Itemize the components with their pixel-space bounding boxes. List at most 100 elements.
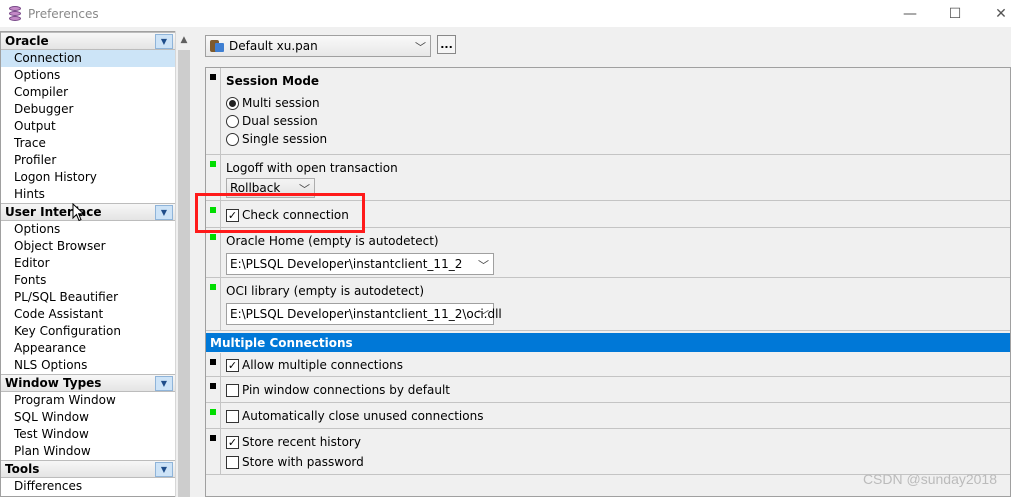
checkbox-label: Store with password bbox=[242, 455, 364, 469]
nav-item-code-assistant[interactable]: Code Assistant bbox=[1, 306, 175, 323]
oracle-home-section: Oracle Home (empty is autodetect) E:\PLS… bbox=[206, 228, 1010, 278]
radio-label: Single session bbox=[242, 132, 328, 146]
nav-scrollbar[interactable]: ▲ bbox=[175, 31, 192, 497]
checkbox-empty-icon bbox=[226, 455, 239, 469]
radio-label: Multi session bbox=[242, 96, 320, 110]
history-section: ✓ Store recent history Store with passwo… bbox=[206, 429, 1010, 475]
connection-profile-select[interactable]: Default xu.pan ﹀ bbox=[205, 35, 431, 57]
nav-item-connection[interactable]: Connection bbox=[1, 50, 175, 67]
scroll-up-icon[interactable]: ▲ bbox=[176, 31, 192, 48]
oracle-home-label: Oracle Home (empty is autodetect) bbox=[226, 234, 439, 248]
setting-marker-icon bbox=[210, 383, 216, 389]
setting-marker-icon bbox=[210, 435, 216, 441]
nav-group-window-types[interactable]: Window Types ▼ bbox=[1, 374, 175, 392]
nav-item-key-configuration[interactable]: Key Configuration bbox=[1, 323, 175, 340]
auto-close-section: Automatically close unused connections bbox=[206, 403, 1010, 429]
collapse-icon[interactable]: ▼ bbox=[155, 204, 173, 220]
allow-multiple-connections-checkbox[interactable]: ✓ Allow multiple connections bbox=[226, 358, 403, 372]
oracle-home-combobox[interactable]: E:\PLSQL Developer\instantclient_11_2 ﹀ bbox=[226, 253, 494, 275]
nav-item-ui-options[interactable]: Options bbox=[1, 221, 175, 238]
multi-session-radio[interactable]: Multi session bbox=[226, 96, 320, 110]
collapse-icon[interactable]: ▼ bbox=[155, 375, 173, 391]
maximize-button[interactable]: ☐ bbox=[932, 0, 978, 27]
nav-item-plsql-beautifier[interactable]: PL/SQL Beautifier bbox=[1, 289, 175, 306]
allow-multiple-section: ✓ Allow multiple connections bbox=[206, 353, 1010, 377]
radio-selected-icon bbox=[226, 96, 239, 110]
settings-content: Default xu.pan ﹀ ... Session Mode Multi … bbox=[197, 29, 1011, 497]
nav-item-program-window[interactable]: Program Window bbox=[1, 392, 175, 409]
checkbox-label: Allow multiple connections bbox=[242, 358, 404, 372]
oci-library-label: OCI library (empty is autodetect) bbox=[226, 284, 425, 298]
multiple-connections-header: Multiple Connections bbox=[206, 333, 1010, 352]
pin-window-section: Pin window connections by default bbox=[206, 377, 1010, 403]
window-title: Preferences bbox=[28, 6, 99, 21]
database-icon bbox=[210, 39, 224, 53]
checkbox-empty-icon bbox=[226, 409, 239, 423]
oci-library-value: E:\PLSQL Developer\instantclient_11_2\oc… bbox=[230, 307, 502, 321]
oci-library-combobox[interactable]: E:\PLSQL Developer\instantclient_11_2\oc… bbox=[226, 303, 502, 325]
nav-item-debugger[interactable]: Debugger bbox=[1, 101, 175, 118]
dual-session-radio[interactable]: Dual session bbox=[226, 114, 318, 128]
nav-item-object-browser[interactable]: Object Browser bbox=[1, 238, 175, 255]
nav-item-hints[interactable]: Hints bbox=[1, 186, 175, 203]
nav-item-sql-window[interactable]: SQL Window bbox=[1, 409, 175, 426]
nav-group-oracle[interactable]: Oracle ▼ bbox=[1, 32, 175, 50]
nav-item-output[interactable]: Output bbox=[1, 118, 175, 135]
profile-select-value: Default xu.pan bbox=[229, 39, 318, 53]
setting-marker-icon bbox=[210, 161, 216, 167]
checkmark-icon: ✓ bbox=[226, 358, 239, 372]
setting-marker-icon bbox=[210, 284, 216, 290]
close-button[interactable]: ✕ bbox=[978, 0, 1011, 27]
preferences-nav: Oracle ▼ Connection Options Compiler Deb… bbox=[0, 31, 175, 497]
nav-item-compiler[interactable]: Compiler bbox=[1, 84, 175, 101]
nav-group-tools[interactable]: Tools ▼ bbox=[1, 460, 175, 478]
nav-item-fonts[interactable]: Fonts bbox=[1, 272, 175, 289]
collapse-icon[interactable]: ▼ bbox=[155, 461, 173, 477]
scrollbar-thumb[interactable] bbox=[178, 50, 190, 497]
nav-group-user-interface[interactable]: User Interface ▼ bbox=[1, 203, 175, 221]
session-mode-title: Session Mode bbox=[226, 74, 320, 88]
nav-group-label: User Interface bbox=[5, 205, 102, 219]
nav-item-differences[interactable]: Differences bbox=[1, 478, 175, 495]
radio-label: Dual session bbox=[242, 114, 318, 128]
nav-group-label: Window Types bbox=[5, 376, 102, 390]
nav-group-label: Oracle bbox=[5, 34, 49, 48]
setting-marker-icon bbox=[210, 74, 216, 80]
logoff-label: Logoff with open transaction bbox=[226, 161, 398, 175]
nav-item-test-window[interactable]: Test Window bbox=[1, 426, 175, 443]
single-session-radio[interactable]: Single session bbox=[226, 132, 327, 146]
radio-icon bbox=[226, 114, 239, 128]
nav-item-trace[interactable]: Trace bbox=[1, 135, 175, 152]
checkbox-empty-icon bbox=[226, 383, 239, 397]
nav-item-plan-window[interactable]: Plan Window bbox=[1, 443, 175, 460]
chevron-down-icon: ﹀ bbox=[478, 259, 489, 272]
profile-more-button[interactable]: ... bbox=[437, 35, 456, 54]
checkbox-label: Pin window connections by default bbox=[242, 383, 451, 397]
store-recent-history-checkbox[interactable]: ✓ Store recent history bbox=[226, 435, 361, 449]
chevron-down-icon: ﹀ bbox=[478, 309, 489, 322]
checkmark-icon: ✓ bbox=[226, 435, 239, 449]
nav-item-nls-options[interactable]: NLS Options bbox=[1, 357, 175, 374]
nav-item-options[interactable]: Options bbox=[1, 67, 175, 84]
oci-library-section: OCI library (empty is autodetect) E:\PLS… bbox=[206, 278, 1010, 331]
nav-item-profiler[interactable]: Profiler bbox=[1, 152, 175, 169]
database-app-icon bbox=[8, 5, 22, 22]
minimize-button[interactable]: — bbox=[887, 0, 933, 27]
nav-item-editor[interactable]: Editor bbox=[1, 255, 175, 272]
mouse-cursor-icon bbox=[72, 203, 85, 222]
nav-item-appearance[interactable]: Appearance bbox=[1, 340, 175, 357]
auto-close-connections-checkbox[interactable]: Automatically close unused connections bbox=[226, 409, 483, 423]
checkbox-label: Store recent history bbox=[242, 435, 361, 449]
store-with-password-checkbox[interactable]: Store with password bbox=[226, 455, 364, 469]
pin-window-connections-checkbox[interactable]: Pin window connections by default bbox=[226, 383, 450, 397]
radio-icon bbox=[226, 132, 239, 146]
watermark: CSDN @sunday2018 bbox=[862, 471, 997, 487]
session-mode-section: Session Mode Multi session Dual session … bbox=[206, 68, 1010, 155]
checkbox-label: Automatically close unused connections bbox=[242, 409, 484, 423]
nav-item-logon-history[interactable]: Logon History bbox=[1, 169, 175, 186]
collapse-icon[interactable]: ▼ bbox=[155, 33, 173, 49]
nav-group-label: Tools bbox=[5, 462, 40, 476]
oracle-home-value: E:\PLSQL Developer\instantclient_11_2 bbox=[230, 257, 463, 271]
highlight-box bbox=[195, 193, 365, 233]
chevron-down-icon: ﹀ bbox=[415, 41, 426, 54]
